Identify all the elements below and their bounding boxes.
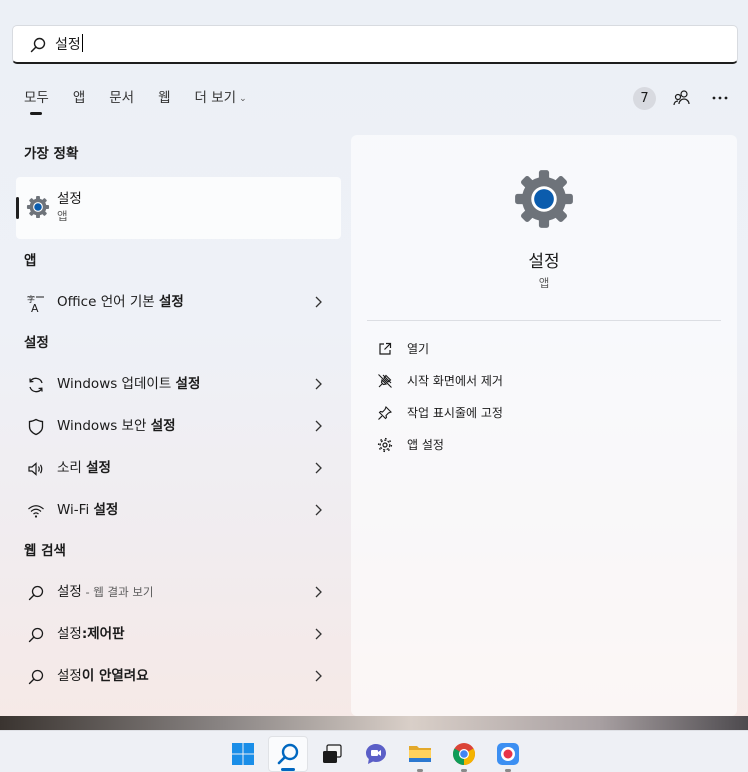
divider <box>367 320 721 321</box>
tab-all[interactable]: 모두 <box>12 84 61 115</box>
result-label: Windows 보안 설정 <box>57 418 176 434</box>
language-icon: 字 A <box>26 293 46 313</box>
start-button[interactable] <box>223 736 263 772</box>
search-icon <box>26 667 46 687</box>
detail-app-name: 설정 <box>528 252 560 272</box>
svg-text:A: A <box>31 302 39 313</box>
search-icon <box>277 743 299 765</box>
sync-icon <box>26 375 46 395</box>
action-unpin-start[interactable]: 시작 화면에서 제거 <box>367 367 721 395</box>
filter-tabs: 모두 앱 문서 웹 더 보기 ⌄ <box>12 84 259 115</box>
more-options-button[interactable] <box>708 86 732 110</box>
action-label: 앱 설정 <box>407 438 444 452</box>
teams-chat-button[interactable] <box>356 736 396 772</box>
best-match-kind: 앱 <box>57 209 68 223</box>
result-label: 소리 설정 <box>57 460 111 476</box>
header-actions: 7 <box>633 86 732 110</box>
chevron-right-icon <box>315 504 322 516</box>
result-label: 설정 - 웹 결과 보기 <box>57 584 154 600</box>
accounts-icon <box>673 90 690 106</box>
tab-more[interactable]: 더 보기 ⌄ <box>183 84 259 112</box>
chevron-right-icon <box>315 296 322 308</box>
result-label: 설정이 안열려요 <box>57 668 149 684</box>
detail-app-kind: 앱 <box>538 276 550 290</box>
selection-indicator <box>16 197 19 219</box>
search-icon <box>26 583 46 603</box>
chevron-down-icon: ⌄ <box>239 94 247 104</box>
file-explorer-icon <box>409 746 431 762</box>
action-pin-taskbar[interactable]: 작업 표시줄에 고정 <box>367 399 721 427</box>
search-query: 설정 <box>55 34 83 55</box>
taskbar-search-button[interactable] <box>268 736 308 772</box>
shield-icon <box>26 417 46 437</box>
teams-chat-icon <box>366 744 386 764</box>
web-result-view-web[interactable]: 설정 - 웹 결과 보기 <box>16 572 341 612</box>
web-result-control-panel[interactable]: 설정:제어판 <box>16 614 341 654</box>
setting-result-wifi[interactable]: Wi-Fi 설정 <box>16 490 341 530</box>
chrome-icon <box>453 743 475 765</box>
gear-icon <box>377 437 393 453</box>
setting-result-windows-update[interactable]: Windows 업데이트 설정 <box>16 364 341 404</box>
chevron-right-icon <box>315 420 322 432</box>
task-view-button[interactable] <box>312 736 352 772</box>
action-open[interactable]: 열기 <box>367 335 721 363</box>
section-apps: 앱 <box>24 253 37 269</box>
action-app-settings[interactable]: 앱 설정 <box>367 431 721 459</box>
more-icon <box>712 96 728 100</box>
taskbar <box>0 730 748 772</box>
result-label: Windows 업데이트 설정 <box>57 376 201 392</box>
chevron-right-icon <box>315 378 322 390</box>
section-best-match: 가장 정확 <box>24 146 79 162</box>
best-match-name: 설정 <box>57 191 82 207</box>
windows-start-icon <box>232 743 254 765</box>
pin-icon <box>378 406 392 420</box>
action-label: 시작 화면에서 제거 <box>407 374 503 388</box>
action-label: 열기 <box>407 342 430 356</box>
section-web-search: 웹 검색 <box>24 543 66 559</box>
recorder-icon <box>497 743 519 765</box>
tab-documents[interactable]: 문서 <box>97 84 146 112</box>
setting-result-sound[interactable]: 소리 설정 <box>16 448 341 488</box>
rewards-count-badge[interactable]: 7 <box>633 86 656 110</box>
speaker-icon <box>26 459 46 479</box>
chevron-right-icon <box>315 628 322 640</box>
search-input[interactable]: 설정 <box>12 25 738 64</box>
result-label: Office 언어 기본 설정 <box>57 294 184 310</box>
action-label: 작업 표시줄에 고정 <box>407 406 503 420</box>
web-result-not-opening[interactable]: 설정이 안열려요 <box>16 656 341 696</box>
chevron-right-icon <box>315 670 322 682</box>
task-view-icon <box>323 744 342 763</box>
wifi-icon <box>26 501 46 521</box>
tab-apps[interactable]: 앱 <box>61 84 97 112</box>
section-settings: 설정 <box>24 335 49 351</box>
result-label: 설정:제어판 <box>57 626 125 642</box>
open-external-icon <box>379 342 392 355</box>
chrome-button[interactable] <box>444 736 484 772</box>
best-match-result[interactable]: 설정 앱 <box>16 177 341 239</box>
result-label: Wi-Fi 설정 <box>57 502 119 518</box>
settings-gear-icon <box>515 170 573 228</box>
recorder-button[interactable] <box>488 736 528 772</box>
app-result-office-language[interactable]: 字 A Office 언어 기본 설정 <box>16 282 341 322</box>
desktop-wallpaper <box>0 716 748 730</box>
search-icon <box>30 37 46 53</box>
unpin-icon <box>378 374 392 388</box>
active-indicator <box>281 768 295 771</box>
chevron-right-icon <box>315 586 322 598</box>
text-caret <box>81 34 83 52</box>
tab-web[interactable]: 웹 <box>146 84 182 112</box>
settings-gear-icon <box>26 195 50 219</box>
detail-pane: 설정 앱 열기 시작 화면에서 제거 작업 표시줄에 고정 앱 설정 <box>351 135 737 716</box>
setting-result-windows-security[interactable]: Windows 보안 설정 <box>16 406 341 446</box>
account-switch-button[interactable] <box>670 86 694 110</box>
file-explorer-button[interactable] <box>400 736 440 772</box>
chevron-right-icon <box>315 462 322 474</box>
search-icon <box>26 625 46 645</box>
